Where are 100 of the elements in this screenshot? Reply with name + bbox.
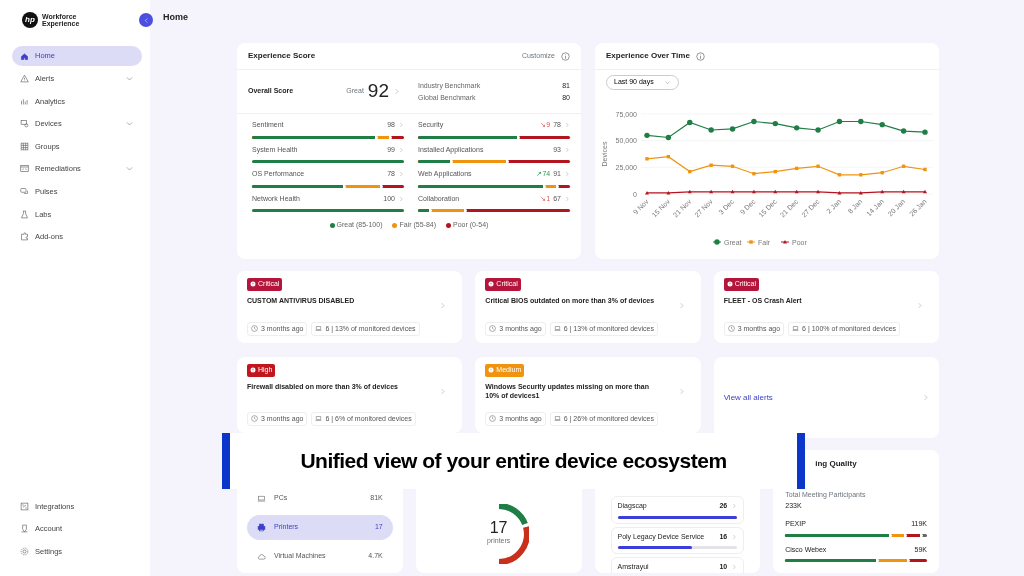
view-all-card[interactable]: View all alerts [713,357,939,438]
chevron-right-icon[interactable] [564,146,570,153]
data-point [900,128,907,134]
data-point [729,126,736,132]
chevron-right-icon[interactable] [916,302,923,309]
badge-icon [20,524,29,534]
data-point [837,173,842,177]
grid-icon [20,141,29,151]
settings-icon [20,546,29,556]
data-point [666,154,671,159]
clock-icon [727,325,735,333]
chevron-right-icon[interactable] [398,171,404,178]
legend-line [746,241,756,243]
laptop-icon [315,325,323,333]
alert-icon [488,281,495,288]
warning-icon [20,74,29,84]
data-point [751,118,757,125]
laptop-icon [792,325,800,333]
data-point [816,164,820,168]
data-point [772,120,778,127]
data-point [645,157,649,161]
devices-icon [20,119,29,129]
printer-icon [257,523,266,532]
data-point [879,121,885,128]
chevron-down-icon [663,79,671,86]
info-icon [695,51,705,61]
laptop-icon [315,415,323,423]
chevron-right-icon[interactable] [731,503,738,510]
data-point [923,167,927,172]
data-point [923,189,927,194]
data-point [901,164,906,168]
legend-marker [783,240,787,244]
laptop-icon [553,325,561,333]
code-window-icon [20,164,29,174]
page-title: Home [163,11,188,24]
bar-chart-icon [20,96,29,106]
chat-icon [20,187,29,197]
chevron-right-icon[interactable] [564,195,570,202]
chevron-right-icon[interactable] [731,564,738,571]
alert-icon [250,281,256,288]
chevron-right-icon[interactable] [393,88,400,95]
card-title: Experience Score [248,50,316,62]
data-point [858,118,864,125]
chevron-right-icon[interactable] [677,388,685,395]
data-point [901,189,906,194]
data-point [708,127,714,133]
chevron-right-icon[interactable] [564,122,570,129]
data-point [858,190,863,195]
chevron-right-icon[interactable] [922,394,929,401]
clock-icon [251,415,258,423]
legend-marker [749,240,753,244]
laptop-icon [553,415,561,423]
data-point [644,132,650,139]
data-point [837,190,842,195]
alert-icon [488,367,495,374]
donut-value: 17 [488,520,509,536]
data-point [688,169,692,174]
data-point [773,169,777,174]
data-point [794,125,800,131]
chevron-right-icon[interactable] [731,533,738,540]
data-point [751,189,756,194]
clock-icon [489,415,497,423]
chevron-right-icon[interactable] [398,195,404,202]
data-point [836,118,843,125]
laptop-icon [257,494,266,503]
flask-icon [20,209,29,219]
data-point [752,172,756,176]
overall-score: 92 [367,79,389,104]
data-point [880,189,885,194]
logo-icon: hp [22,12,38,28]
card-title: ing Quality [814,458,858,470]
alert-icon [250,367,256,374]
chevron-right-icon[interactable] [439,302,447,309]
integrations-icon [20,501,29,511]
chevron-right-icon[interactable] [398,146,404,153]
collapse-button[interactable] [139,13,153,27]
legend-line [780,241,790,243]
data-point [709,163,713,167]
chevron-right-icon[interactable] [677,302,685,309]
data-point [859,173,863,177]
chevron-left-icon [142,16,150,24]
data-point [816,189,821,194]
data-point [687,189,692,194]
chevron-right-icon[interactable] [564,171,570,178]
chevron-right-icon[interactable] [398,122,404,129]
data-point [794,189,799,194]
clock-icon [489,325,497,333]
view-all-link[interactable]: View all alerts [723,391,773,404]
data-point [815,127,821,133]
data-point [666,190,671,195]
puzzle-icon [20,232,29,242]
card-title: Experience Over Time [606,50,690,62]
data-point [922,129,928,135]
home-icon [20,51,29,61]
data-point [880,170,884,175]
chevron-right-icon[interactable] [439,388,447,395]
data-point [795,166,799,171]
data-point [730,189,735,194]
data-point [687,119,693,126]
data-point [665,134,672,141]
